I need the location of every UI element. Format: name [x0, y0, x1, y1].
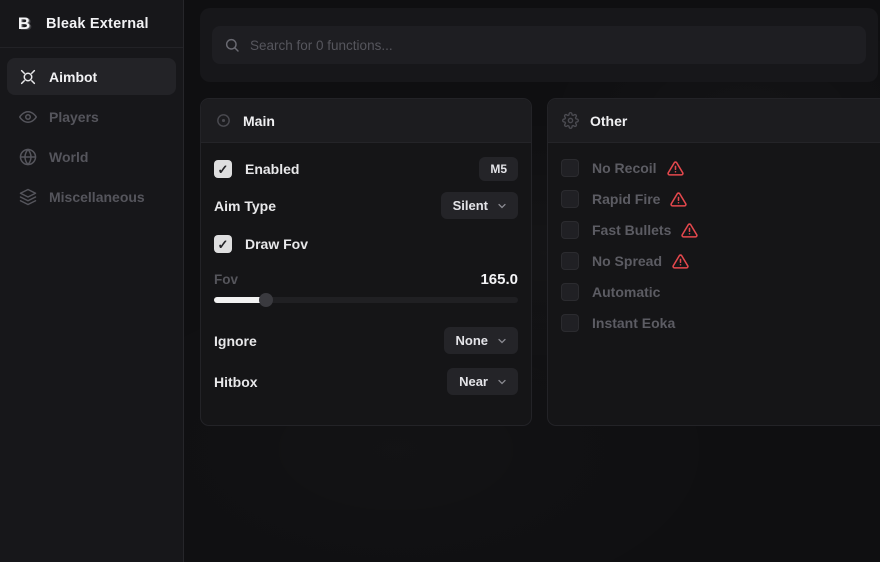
eye-icon	[19, 108, 37, 126]
target-icon	[215, 112, 232, 129]
main-panel: Main ✓ Enabled M5 Aim Type Silent	[200, 98, 532, 426]
sidebar-item-players[interactable]: Players	[7, 98, 176, 135]
sidebar-item-world[interactable]: World	[7, 138, 176, 175]
warning-icon	[672, 253, 689, 270]
check-icon: ✓	[218, 163, 229, 176]
hitbox-select[interactable]: Near	[447, 368, 518, 395]
other-feature-row: Fast Bullets	[561, 218, 867, 242]
ignore-select[interactable]: None	[444, 327, 519, 354]
other-feature-row: Instant Eoka	[561, 311, 867, 335]
ignore-row: Ignore None	[214, 327, 518, 354]
feature-label: Fast Bullets	[592, 222, 671, 238]
other-feature-row: Rapid Fire	[561, 187, 867, 211]
slider-thumb[interactable]	[259, 293, 273, 307]
warning-icon	[681, 222, 698, 239]
hitbox-value: Near	[459, 374, 488, 389]
sidebar: B Bleak External Aimbot Players	[0, 0, 184, 562]
panels-row: Main ✓ Enabled M5 Aim Type Silent	[200, 98, 880, 426]
enabled-label: Enabled	[245, 161, 299, 177]
gear-icon	[562, 112, 579, 129]
feature-checkbox[interactable]	[561, 221, 579, 239]
feature-label: No Recoil	[592, 160, 657, 176]
hitbox-row: Hitbox Near	[214, 368, 518, 395]
fov-label: Fov	[214, 272, 238, 287]
other-panel: Other No Recoil Rapid Fire Fast Bullets	[547, 98, 880, 426]
feature-label: Automatic	[592, 284, 660, 300]
warning-icon	[670, 191, 687, 208]
sidebar-item-label: Aimbot	[49, 69, 97, 85]
brand: B Bleak External	[0, 0, 183, 48]
aim-type-row: Aim Type Silent	[214, 192, 518, 219]
enabled-checkbox[interactable]: ✓	[214, 160, 232, 178]
draw-fov-label: Draw Fov	[245, 236, 308, 252]
sidebar-item-label: World	[49, 149, 88, 165]
other-panel-body: No Recoil Rapid Fire Fast Bullets	[548, 143, 880, 355]
feature-checkbox[interactable]	[561, 314, 579, 332]
fov-slider[interactable]	[214, 293, 518, 307]
search-icon	[224, 37, 240, 53]
sidebar-item-aimbot[interactable]: Aimbot	[7, 58, 176, 95]
sidebar-item-miscellaneous[interactable]: Miscellaneous	[7, 178, 176, 215]
content-area: Main ✓ Enabled M5 Aim Type Silent	[184, 0, 880, 562]
draw-fov-row: ✓ Draw Fov	[214, 231, 518, 257]
enabled-row: ✓ Enabled M5	[214, 156, 518, 182]
draw-fov-checkbox[interactable]: ✓	[214, 235, 232, 253]
panel-title: Other	[590, 113, 627, 129]
other-panel-header: Other	[548, 99, 880, 143]
aim-type-label: Aim Type	[214, 198, 276, 214]
layers-icon	[19, 188, 37, 206]
fov-value: 165.0	[480, 271, 518, 288]
crosshair-icon	[19, 68, 37, 86]
feature-checkbox[interactable]	[561, 283, 579, 301]
feature-label: Rapid Fire	[592, 191, 660, 207]
search-panel	[200, 8, 878, 82]
sidebar-nav: Aimbot Players World	[0, 48, 183, 225]
main-panel-body: ✓ Enabled M5 Aim Type Silent	[201, 143, 531, 408]
feature-checkbox[interactable]	[561, 159, 579, 177]
other-feature-row: Automatic	[561, 280, 867, 304]
app-title: Bleak External	[46, 16, 149, 32]
ignore-label: Ignore	[214, 333, 257, 349]
main-panel-header: Main	[201, 99, 531, 143]
hitbox-label: Hitbox	[214, 374, 258, 390]
app-logo: B	[12, 12, 36, 36]
search-bar[interactable]	[212, 26, 866, 64]
chevron-down-icon	[496, 200, 508, 212]
ignore-value: None	[456, 333, 489, 348]
panel-title: Main	[243, 113, 275, 129]
aim-type-value: Silent	[453, 198, 488, 213]
fov-row: Fov 165.0	[214, 269, 518, 289]
other-feature-row: No Recoil	[561, 156, 867, 180]
sidebar-item-label: Players	[49, 109, 99, 125]
warning-icon	[667, 160, 684, 177]
search-input[interactable]	[250, 38, 854, 53]
feature-checkbox[interactable]	[561, 190, 579, 208]
aim-type-select[interactable]: Silent	[441, 192, 518, 219]
enabled-keybind-button[interactable]: M5	[479, 157, 518, 181]
chevron-down-icon	[496, 335, 508, 347]
check-icon: ✓	[218, 238, 229, 251]
globe-icon	[19, 148, 37, 166]
other-feature-row: No Spread	[561, 249, 867, 273]
feature-checkbox[interactable]	[561, 252, 579, 270]
chevron-down-icon	[496, 376, 508, 388]
sidebar-item-label: Miscellaneous	[49, 189, 145, 205]
feature-label: Instant Eoka	[592, 315, 675, 331]
feature-label: No Spread	[592, 253, 662, 269]
